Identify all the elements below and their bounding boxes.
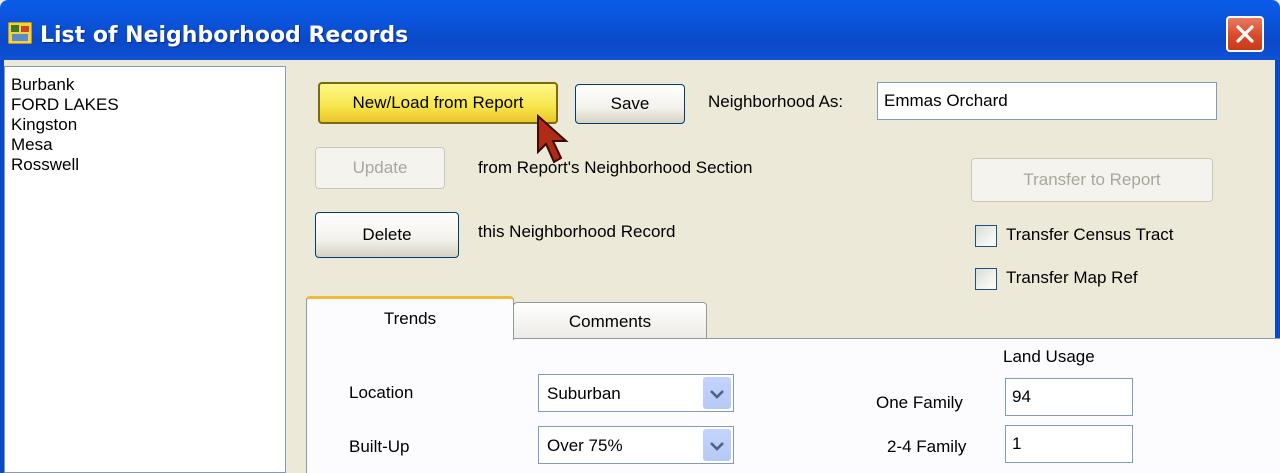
close-button[interactable] [1226,16,1264,52]
update-button[interactable]: Update [315,147,445,189]
list-item[interactable]: Kingston [11,115,77,135]
list-item[interactable]: Burbank [11,75,74,95]
app-icon [7,21,33,45]
update-caption: from Report's Neighborhood Section [478,158,753,177]
neighborhood-as-input[interactable]: Emmas Orchard [877,82,1217,120]
list-item[interactable]: Rosswell [11,155,79,175]
location-value: Suburban [547,384,621,403]
list-item[interactable]: Mesa [11,135,53,155]
transfer-map-ref-label: Transfer Map Ref [1006,268,1138,287]
land-usage-header: Land Usage [1003,347,1095,366]
close-icon [1236,25,1254,43]
save-button[interactable]: Save [575,84,685,124]
builtup-select[interactable]: Over 75% [538,426,734,464]
one-family-label: One Family [876,393,963,412]
list-item[interactable]: FORD LAKES [11,95,119,115]
neighborhood-list[interactable]: Burbank FORD LAKES Kingston Mesa Rosswel… [4,66,286,473]
builtup-label: Built-Up [349,437,410,456]
chevron-down-icon [710,442,724,451]
location-select[interactable]: Suburban [538,374,734,412]
transfer-census-tract-checkbox[interactable] [975,225,997,247]
location-label: Location [349,383,414,402]
tab-comments[interactable]: Comments [513,302,707,338]
two-four-family-label: 2-4 Family [887,437,967,456]
window-title: List of Neighborhood Records [40,23,409,48]
tab-trends[interactable]: Trends [306,296,514,340]
title-bar: List of Neighborhood Records [0,0,1280,60]
delete-caption: this Neighborhood Record [478,222,676,241]
delete-button[interactable]: Delete [315,212,459,258]
transfer-census-tract-label: Transfer Census Tract [1006,225,1174,244]
neighborhood-as-label: Neighborhood As: [708,92,844,111]
transfer-map-ref-checkbox[interactable] [975,268,997,290]
trends-tab-panel [306,338,1280,473]
new-load-from-report-button[interactable]: New/Load from Report [318,82,558,124]
location-dropdown-button[interactable] [703,377,731,409]
builtup-dropdown-button[interactable] [703,429,731,461]
chevron-down-icon [710,390,724,399]
transfer-to-report-button[interactable]: Transfer to Report [971,158,1213,202]
builtup-value: Over 75% [547,436,623,455]
two-four-family-input[interactable]: 1 [1005,425,1133,463]
one-family-input[interactable]: 94 [1005,378,1133,416]
